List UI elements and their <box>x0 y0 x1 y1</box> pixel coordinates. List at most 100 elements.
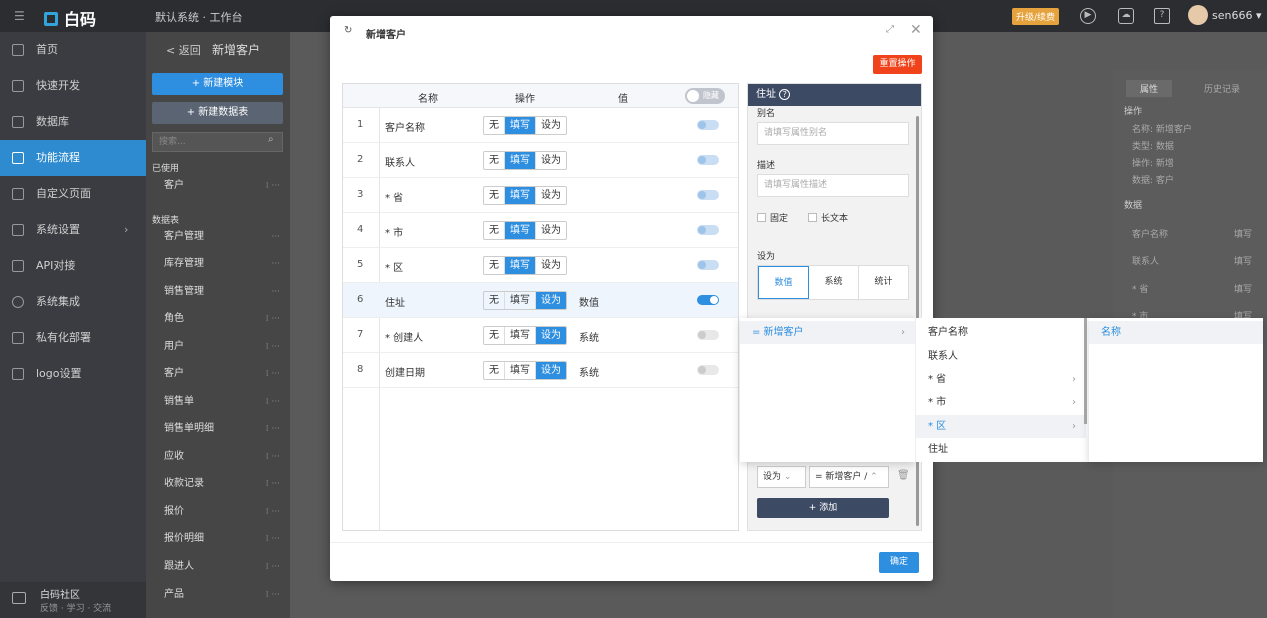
table-row[interactable]: 1 客户名称 无填写 设为 <box>343 108 738 143</box>
help-icon[interactable]: ? <box>779 89 791 100</box>
list-item[interactable]: 库存管理 ··· <box>164 254 284 274</box>
op-option[interactable]: 设为 <box>536 257 566 274</box>
op-option[interactable]: 无 <box>484 152 505 169</box>
avatar[interactable] <box>1188 5 1208 25</box>
op-option[interactable]: 无 <box>484 362 505 379</box>
add-button[interactable]: + 添加 <box>757 498 889 518</box>
visibility-toggle[interactable] <box>697 120 719 130</box>
path-select[interactable]: = 新增客户 / ⌃ <box>809 466 889 488</box>
new-table-button[interactable]: + 新建数据表 <box>152 102 283 124</box>
sidebar-item-integration[interactable]: 系统集成 <box>0 284 146 320</box>
more-icon[interactable]: ⁞ ··· <box>266 309 280 329</box>
cascader-option[interactable]: 客户名称 <box>916 321 1086 344</box>
list-item[interactable]: 跟进人 ⁞ ··· <box>164 557 284 577</box>
sidebar-item-quickdev[interactable]: 快速开发 <box>0 68 146 104</box>
community-link[interactable]: 白码社区 反馈 · 学习 · 交流 <box>0 582 146 618</box>
list-item[interactable]: 客户 ⁞ ··· <box>164 364 284 384</box>
list-item[interactable]: 报价 ⁞ ··· <box>164 502 284 522</box>
system-name[interactable]: 默认系统 · 工作台 <box>155 9 243 25</box>
op-option[interactable]: 填写 <box>505 292 536 309</box>
list-item[interactable]: 收款记录 ⁞ ··· <box>164 474 284 494</box>
setas-stat-option[interactable]: 统计 <box>859 266 908 299</box>
visibility-toggle[interactable] <box>697 330 719 340</box>
more-icon[interactable]: ··· <box>271 227 280 247</box>
list-item[interactable]: 销售单 ⁞ ··· <box>164 392 284 412</box>
op-option[interactable]: 设为 <box>536 152 566 169</box>
desc-input[interactable]: 请填写属性描述 <box>757 174 909 197</box>
more-icon[interactable]: ⁞ ··· <box>266 474 280 494</box>
table-row[interactable]: 6 住址 无填写 设为 数值 <box>343 283 738 318</box>
fixed-checkbox[interactable]: 固定 <box>757 211 788 224</box>
op-option[interactable]: 设为 <box>536 292 566 309</box>
list-item[interactable]: 客户管理 ··· <box>164 227 284 247</box>
visibility-toggle[interactable] <box>697 260 719 270</box>
new-module-button[interactable]: + 新建模块 <box>152 73 283 95</box>
longtext-checkbox[interactable]: 长文本 <box>808 211 848 224</box>
table-row[interactable]: 7 * 创建人 无填写 设为 系统 <box>343 318 738 353</box>
setas-system-option[interactable]: 系统 <box>809 266 859 299</box>
cascader-option[interactable]: = 新增客户 › <box>740 321 915 344</box>
setas-value-option[interactable]: 数值 <box>758 266 809 299</box>
more-icon[interactable]: ⁞ ··· <box>266 447 280 467</box>
more-icon[interactable]: ⁞ ··· <box>266 585 280 605</box>
confirm-button[interactable]: 确定 <box>879 552 919 573</box>
scrollbar[interactable] <box>1084 318 1087 424</box>
trash-icon[interactable]: 🗑 <box>897 470 910 481</box>
cloud-icon[interactable]: ☁ <box>1118 8 1134 24</box>
menu-icon[interactable]: ☰ <box>14 9 25 23</box>
op-option[interactable]: 无 <box>484 327 505 344</box>
more-icon[interactable]: ⁞ ··· <box>266 392 280 412</box>
doc-icon[interactable]: ? <box>1154 8 1170 24</box>
sidebar-item-api[interactable]: API对接 <box>0 248 146 284</box>
tab-attributes[interactable]: 属性 <box>1126 80 1173 97</box>
user-name[interactable]: sen666 ▾ <box>1212 9 1262 22</box>
op-option[interactable]: 设为 <box>536 327 566 344</box>
sidebar-item-private-deploy[interactable]: 私有化部署 <box>0 320 146 356</box>
op-option[interactable]: 填写 <box>505 152 536 169</box>
more-icon[interactable]: ⁞ ··· <box>266 557 280 577</box>
cascader-option[interactable]: 住址 <box>916 438 1086 461</box>
expand-icon[interactable]: ⤢ <box>886 24 894 35</box>
list-item[interactable]: 应收 ⁞ ··· <box>164 447 284 467</box>
back-link[interactable]: < 返回 <box>166 42 201 58</box>
sidebar-item-custom-page[interactable]: 自定义页面 <box>0 176 146 212</box>
sidebar-item-settings[interactable]: 系统设置 › <box>0 212 146 248</box>
more-icon[interactable]: ⁞ ··· <box>266 176 280 196</box>
op-option[interactable]: 设为 <box>536 117 566 134</box>
op-option[interactable]: 无 <box>484 257 505 274</box>
op-option[interactable]: 填写 <box>505 327 536 344</box>
close-icon[interactable]: ✕ <box>910 22 922 38</box>
module-search-input[interactable]: 搜索... <box>152 132 283 152</box>
list-item[interactable]: 产品 ⁞ ··· <box>164 585 284 605</box>
logo[interactable]: 白码 <box>44 6 96 30</box>
list-item[interactable]: 角色 ⁞ ··· <box>164 309 284 329</box>
sidebar-item-flow[interactable]: 功能流程 <box>0 140 146 176</box>
more-icon[interactable]: ⁞ ··· <box>266 419 280 439</box>
list-item[interactable]: 销售单明细 ⁞ ··· <box>164 419 284 439</box>
table-row[interactable]: 5 * 区 无填写 设为 <box>343 248 738 283</box>
op-option[interactable]: 无 <box>484 117 505 134</box>
table-row[interactable]: 2 联系人 无填写 设为 <box>343 143 738 178</box>
op-option[interactable]: 设为 <box>536 362 566 379</box>
tab-history[interactable]: 历史记录 <box>1204 82 1240 95</box>
sidebar-item-database[interactable]: 数据库 <box>0 104 146 140</box>
used-item[interactable]: 客户 ⁞ ··· <box>164 176 284 196</box>
play-icon[interactable]: ▶ <box>1080 8 1096 24</box>
visibility-toggle[interactable] <box>697 365 719 375</box>
upgrade-button[interactable]: 升级/续费 <box>1012 8 1060 25</box>
cascader-option[interactable]: 联系人 <box>916 345 1086 368</box>
more-icon[interactable]: ⁞ ··· <box>266 337 280 357</box>
cascader-option[interactable]: * 区 › <box>916 415 1086 438</box>
search-icon[interactable]: ⌕ <box>268 134 274 145</box>
op-option[interactable]: 无 <box>484 292 505 309</box>
reset-button[interactable]: 重置操作 <box>873 55 922 74</box>
visibility-toggle[interactable] <box>697 190 719 200</box>
op-option[interactable]: 无 <box>484 222 505 239</box>
table-row[interactable]: 8 创建日期 无填写 设为 系统 <box>343 353 738 388</box>
table-row[interactable]: 4 * 市 无填写 设为 <box>343 213 738 248</box>
op-option[interactable]: 填写 <box>505 362 536 379</box>
op-option[interactable]: 设为 <box>536 187 566 204</box>
op-option[interactable]: 填写 <box>505 222 536 239</box>
list-item[interactable]: 用户 ⁞ ··· <box>164 337 284 357</box>
more-icon[interactable]: ⁞ ··· <box>266 364 280 384</box>
